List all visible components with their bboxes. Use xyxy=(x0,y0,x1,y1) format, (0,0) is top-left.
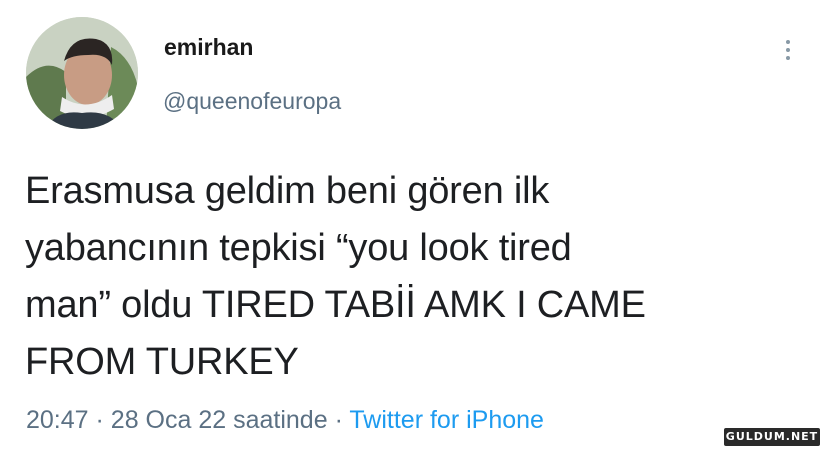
meta-separator: · xyxy=(95,406,104,434)
avatar[interactable] xyxy=(26,17,138,129)
more-options-icon[interactable] xyxy=(778,36,798,66)
watermark-logo: GULDUM.NET xyxy=(724,428,820,446)
meta-separator: · xyxy=(334,406,343,434)
tweet-text-line: Erasmusa geldim beni gören ilk xyxy=(25,170,550,212)
tweet-text: Erasmusa geldim beni gören ilk yabancını… xyxy=(25,163,805,391)
tweet-time[interactable]: 20:47 xyxy=(26,406,89,434)
display-name[interactable]: emirhan xyxy=(164,34,253,61)
tweet-text-line: yabancının tepkisi “you look tired xyxy=(25,227,572,269)
tweet-text-line: FROM TURKEY xyxy=(25,341,299,383)
tweet-text-line: man” oldu TIRED TABİİ AMK I CAME xyxy=(25,284,646,326)
tweet-date[interactable]: 28 Oca 22 saatinde xyxy=(111,406,328,434)
tweet-meta: 20:47 · 28 Oca 22 saatinde · Twitter for… xyxy=(26,406,544,435)
username[interactable]: @queenofeuropa xyxy=(163,88,341,115)
profile-photo-icon xyxy=(26,17,138,129)
tweet-source-link[interactable]: Twitter for iPhone xyxy=(349,406,544,434)
